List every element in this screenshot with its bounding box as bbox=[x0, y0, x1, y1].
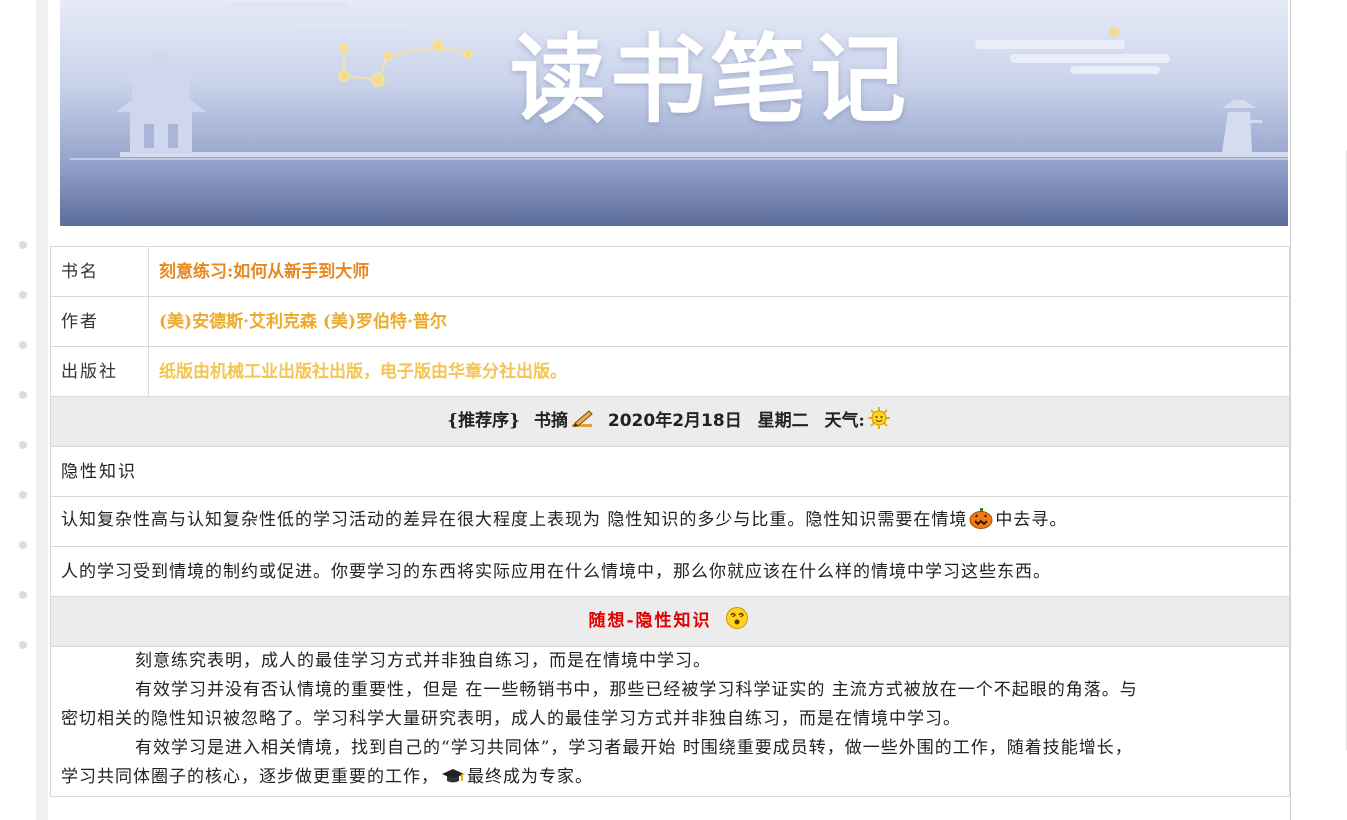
gutter-dot bbox=[19, 391, 27, 399]
book-title-row: 书名 刻意练习:如何从新手到大师 bbox=[50, 246, 1290, 297]
reflection-body-row: 刻意练究表明，成人的最佳学习方式并非独自练习，而是在情境中学习。 有效学习并没有… bbox=[50, 646, 1290, 797]
publisher-value: 纸版由机械工业出版社出版，电子版由华章分社出版。 bbox=[148, 346, 1290, 397]
left-rail bbox=[36, 0, 48, 820]
author-row: 作者 (美)安德斯·艾利克森 (美)罗伯特·普尔 bbox=[50, 296, 1290, 347]
excerpt-header: {推荐序} 书摘 2020年2月18日 星期二 天气: bbox=[50, 396, 1290, 447]
dizzy-face-icon bbox=[725, 606, 749, 637]
reflection-paragraph-2-cont: 密切相关的隐性知识被忽略了。学习科学大量研究表明，成人的最佳学习方式并非独自练习… bbox=[61, 709, 961, 729]
pavilion-icon bbox=[116, 54, 206, 154]
reflection-paragraph-3-cont-text: 学习共同体圈子的核心，逐步做更重要的工作， bbox=[61, 767, 439, 787]
topic-row: 隐性知识 bbox=[50, 446, 1290, 497]
excerpt-date: 2020年2月18日 bbox=[607, 411, 742, 431]
excerpt-line-row: 认知复杂性高与认知复杂性低的学习活动的差异在很大程度上表现为 隐性知识的多少与比… bbox=[50, 496, 1290, 547]
reflection-paragraph-3-cont: 学习共同体圈子的核心，逐步做更重要的工作， 最终成为专家。 bbox=[61, 763, 1279, 796]
reflection-body: 刻意练究表明，成人的最佳学习方式并非独自练习，而是在情境中学习。 有效学习并没有… bbox=[50, 646, 1290, 797]
author-value: (美)安德斯·艾利克森 (美)罗伯特·普尔 bbox=[148, 296, 1290, 347]
gutter-dot bbox=[19, 541, 27, 549]
book-title-value: 刻意练习:如何从新手到大师 bbox=[148, 246, 1290, 297]
left-gutter bbox=[0, 0, 36, 820]
graduation-cap-icon bbox=[441, 766, 465, 796]
excerpt-line-1: 认知复杂性高与认知复杂性低的学习活动的差异在很大程度上表现为 隐性知识的多少与比… bbox=[50, 496, 1290, 547]
banner-title: 读书笔记 bbox=[510, 24, 910, 136]
constellation-icon bbox=[338, 40, 473, 87]
reflection-title: 随想-隐性知识 bbox=[588, 611, 712, 631]
banner: 读书笔记 bbox=[60, 0, 1288, 226]
reflection-paragraph-3: 有效学习是进入相关情境，找到自己的“学习共同体”，学习者最开始 时围绕重要成员转… bbox=[135, 738, 1133, 758]
reflection-paragraph-1: 刻意练究表明，成人的最佳学习方式并非独自练习，而是在情境中学习。 bbox=[135, 651, 711, 671]
gutter-dot bbox=[19, 591, 27, 599]
excerpt-topic: 隐性知识 bbox=[50, 446, 1290, 497]
gutter-dot bbox=[19, 491, 27, 499]
gutter-dot bbox=[19, 291, 27, 299]
gutter-dot bbox=[19, 641, 27, 649]
excerpt-kind: 书摘 bbox=[533, 411, 568, 431]
publisher-row: 出版社 纸版由机械工业出版社出版，电子版由华章分社出版。 bbox=[50, 346, 1290, 397]
gutter-dot bbox=[19, 241, 27, 249]
reflection-header-row: 随想-隐性知识 bbox=[50, 596, 1290, 647]
gutter-dot bbox=[19, 341, 27, 349]
jack-o-lantern-icon bbox=[969, 507, 993, 536]
note-sheet: 读书笔记 书名 刻意练习:如何从新手到大师 作者 (美)安德斯·艾利克森 (美)… bbox=[50, 0, 1291, 820]
excerpt-line-1-text: 认知复杂性高与认知复杂性低的学习活动的差异在很大程度上表现为 隐性知识的多少与比… bbox=[61, 510, 968, 530]
gutter-dot bbox=[19, 441, 27, 449]
publisher-label: 出版社 bbox=[50, 346, 149, 397]
excerpt-line-row: 人的学习受到情境的制约或促进。你要学习的东西将实际应用在什么情境中，那么你就应该… bbox=[50, 546, 1290, 597]
author-label: 作者 bbox=[50, 296, 149, 347]
writing-pencil-icon bbox=[570, 408, 594, 437]
sun-face-icon bbox=[867, 406, 891, 437]
excerpt-line-1-end: 中去寻。 bbox=[995, 510, 1068, 530]
reflection-paragraph-2: 有效学习并没有否认情境的重要性，但是 在一些畅销书中，那些已经被学习科学证实的 … bbox=[135, 680, 1138, 700]
excerpt-line-2: 人的学习受到情境的制约或促进。你要学习的东西将实际应用在什么情境中，那么你就应该… bbox=[50, 546, 1290, 597]
star-icon bbox=[1109, 27, 1119, 37]
weather-label: 天气: bbox=[824, 411, 865, 431]
notes-table: 书名 刻意练习:如何从新手到大师 作者 (美)安德斯·艾利克森 (美)罗伯特·普… bbox=[50, 246, 1290, 797]
excerpt-weekday: 星期二 bbox=[757, 411, 809, 431]
reflection-paragraph-3-end: 最终成为专家。 bbox=[467, 767, 593, 787]
excerpt-header-row: {推荐序} 书摘 2020年2月18日 星期二 天气: bbox=[50, 396, 1290, 447]
reflection-header: 随想-隐性知识 bbox=[50, 596, 1290, 647]
excerpt-section: {推荐序} bbox=[447, 411, 521, 431]
book-title-label: 书名 bbox=[50, 246, 149, 297]
wanderer-icon bbox=[1222, 100, 1262, 152]
